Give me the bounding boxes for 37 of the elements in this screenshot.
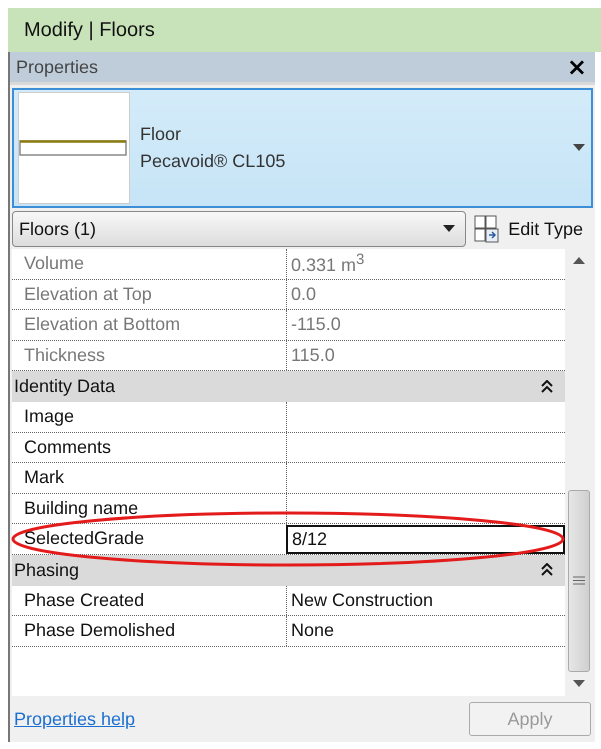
type-name: Pecavoid® CL105	[140, 151, 286, 172]
property-name: Thickness	[24, 344, 106, 366]
property-value[interactable]: New Construction	[287, 586, 565, 615]
section-title: Identity Data	[14, 376, 116, 397]
scroll-up-icon[interactable]	[573, 257, 585, 265]
property-name: Phase Demolished	[24, 620, 176, 642]
property-name: Phase Created	[24, 590, 144, 611]
scroll-down-icon[interactable]	[573, 680, 585, 688]
property-name: Building name	[24, 498, 138, 519]
property-name: Mark	[24, 467, 64, 488]
property-name: Volume	[24, 253, 84, 274]
type-selector[interactable]: Floor Pecavoid® CL105	[12, 88, 593, 208]
collapse-icon[interactable]	[541, 563, 553, 577]
family-name: Floor	[140, 124, 182, 145]
properties-help-link[interactable]: Properties help	[14, 708, 136, 730]
property-name: Comments	[24, 436, 112, 458]
property-name: SelectedGrade	[24, 528, 144, 550]
edit-type-button[interactable]: Edit Type	[474, 215, 591, 243]
caret-icon	[443, 225, 456, 233]
caret-icon	[573, 144, 585, 152]
scroll-thumb[interactable]	[568, 490, 590, 672]
property-name: Elevation at Bottom	[24, 314, 180, 336]
property-name: Image	[24, 406, 74, 428]
section-header[interactable]: Identity Data	[12, 371, 565, 402]
property-value[interactable]: None	[287, 616, 565, 646]
palette-title: Properties	[16, 56, 98, 78]
edit-type-icon	[474, 215, 500, 243]
instance-filter-dropdown[interactable]: Floors (1)	[12, 211, 466, 247]
grip-icon	[573, 576, 585, 585]
section-header[interactable]: Phasing	[12, 554, 565, 586]
section-title: Phasing	[14, 560, 80, 580]
collapse-icon[interactable]	[541, 380, 553, 394]
floor-slab-icon	[19, 140, 127, 156]
ribbon-title: Modify | Floors	[24, 18, 155, 42]
property-value[interactable]: 8/12	[286, 525, 565, 554]
close-button[interactable]: ×	[566, 55, 587, 79]
property-name: Elevation at Top	[24, 284, 152, 305]
